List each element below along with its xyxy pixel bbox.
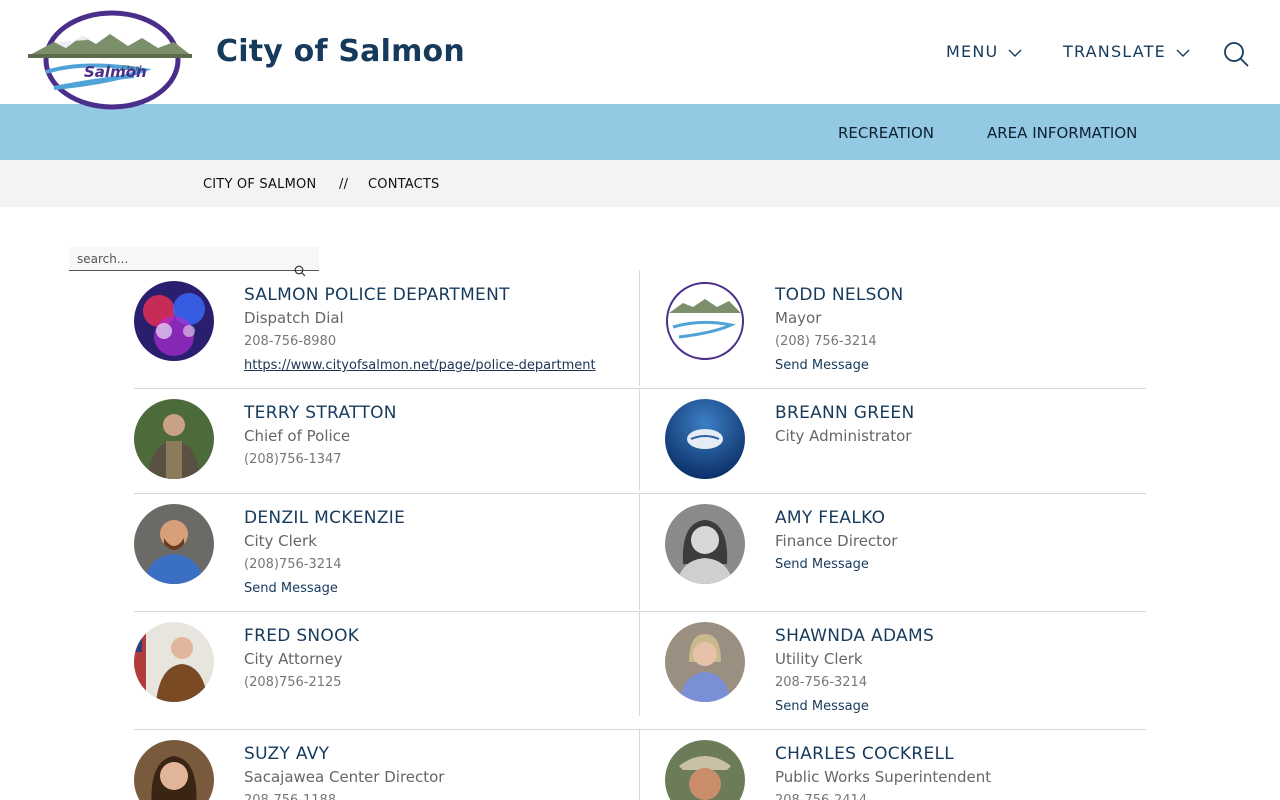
send-message-link[interactable]: Send Message [775, 699, 869, 714]
contact-card: TERRY STRATTON Chief of Police (208)756-… [134, 389, 640, 491]
contact-avatar [665, 622, 745, 702]
contact-name: SHAWNDA ADAMS [775, 626, 935, 646]
contact-name: CHARLES COCKRELL [775, 744, 955, 764]
svg-text:Salmon: Salmon [84, 63, 147, 81]
contact-name: BREANN GREEN [775, 403, 915, 423]
contact-website-link[interactable]: https://www.cityofsalmon.net/page/police… [244, 358, 596, 373]
menu-label: MENU [946, 42, 999, 61]
nav-item-recreation[interactable]: RECREATION [838, 124, 934, 142]
contact-phone[interactable]: (208)756-2125 [244, 675, 342, 690]
contact-card: CHARLES COCKRELL Public Works Superinten… [665, 730, 1171, 800]
contact-title: Mayor [775, 309, 822, 327]
translate-button[interactable]: TRANSLATE [1063, 42, 1190, 61]
contact-name: SUZY AVY [244, 744, 330, 764]
contact-avatar [134, 504, 214, 584]
nav-item-area-information[interactable]: AREA INFORMATION [987, 124, 1137, 142]
contact-phone[interactable]: (208)756-3214 [244, 557, 342, 572]
contact-avatar [665, 740, 745, 800]
breadcrumb-home[interactable]: CITY OF SALMON [203, 177, 316, 192]
contact-title: Utility Clerk [775, 650, 863, 668]
search-input[interactable] [77, 250, 287, 268]
contact-title: Sacajawea Center Director [244, 768, 445, 786]
menu-button[interactable]: MENU [946, 42, 1022, 61]
breadcrumb-separator: // [339, 177, 349, 192]
contact-avatar [665, 281, 745, 361]
contact-title: Public Works Superintendent [775, 768, 992, 786]
contact-title: City Clerk [244, 532, 317, 550]
site-title[interactable]: City of Salmon [216, 34, 465, 69]
chevron-down-icon [1176, 45, 1190, 59]
contact-name: TODD NELSON [775, 285, 904, 305]
site-header: City of Salmon City of Salmon MENU TRANS… [0, 0, 1280, 110]
contact-title: City Attorney [244, 650, 343, 668]
contact-name: AMY FEALKO [775, 508, 886, 528]
contact-name: TERRY STRATTON [244, 403, 397, 423]
breadcrumb: CITY OF SALMON // CONTACTS [0, 160, 1280, 207]
contact-title: City Administrator [775, 427, 912, 445]
contact-phone[interactable]: (208)756-1347 [244, 452, 342, 467]
contact-phone[interactable]: 208-756-8980 [244, 334, 336, 349]
contact-phone[interactable]: 208-756-3214 [775, 675, 867, 690]
contact-avatar [134, 281, 214, 361]
contact-title: Finance Director [775, 532, 898, 550]
breadcrumb-current[interactable]: CONTACTS [368, 177, 440, 192]
contact-card: DENZIL MCKENZIE City Clerk (208)756-3214… [134, 494, 640, 610]
send-message-link[interactable]: Send Message [244, 581, 338, 596]
contact-card: SHAWNDA ADAMS Utility Clerk 208-756-3214… [665, 612, 1171, 728]
contact-title: Chief of Police [244, 427, 351, 445]
contact-card: SUZY AVY Sacajawea Center Director 208-7… [134, 730, 640, 800]
contact-phone[interactable]: 208-756-2414 [775, 793, 867, 800]
search-icon[interactable] [1222, 40, 1250, 68]
contacts-search [69, 247, 319, 277]
contact-avatar [665, 399, 745, 479]
contact-card: AMY FEALKO Finance Director Send Message [665, 494, 1171, 610]
contact-avatar [665, 504, 745, 584]
contact-avatar [134, 399, 214, 479]
contact-card: FRED SNOOK City Attorney (208)756-2125 [134, 612, 640, 728]
contact-phone[interactable]: 208-756-1188 [244, 793, 336, 800]
send-message-link[interactable]: Send Message [775, 358, 869, 373]
contact-phone[interactable]: (208) 756-3214 [775, 334, 877, 349]
city-logo[interactable]: City of Salmon [24, 10, 196, 114]
translate-label: TRANSLATE [1063, 42, 1166, 61]
send-message-link[interactable]: Send Message [775, 557, 869, 572]
contact-name: FRED SNOOK [244, 626, 360, 646]
chevron-down-icon [1008, 45, 1022, 59]
contact-avatar [134, 740, 214, 800]
contact-avatar [134, 622, 214, 702]
contact-card: SALMON POLICE DEPARTMENT Dispatch Dial 2… [134, 271, 640, 387]
contact-card: BREANN GREEN City Administrator [665, 389, 1171, 491]
contact-card: TODD NELSON Mayor (208) 756-3214 Send Me… [665, 271, 1171, 387]
contact-name: SALMON POLICE DEPARTMENT [244, 285, 510, 305]
contact-title: Dispatch Dial [244, 309, 344, 327]
contact-name: DENZIL MCKENZIE [244, 508, 406, 528]
